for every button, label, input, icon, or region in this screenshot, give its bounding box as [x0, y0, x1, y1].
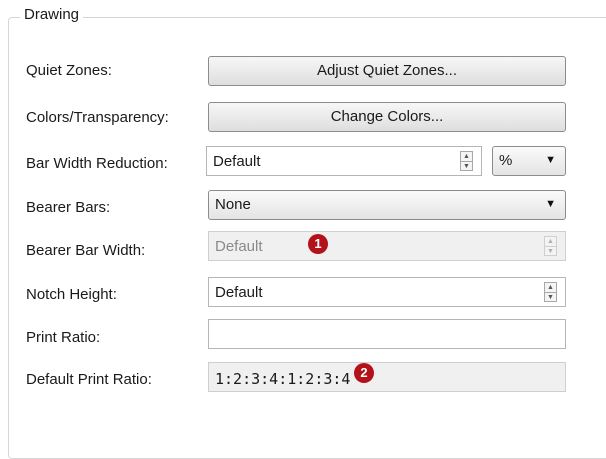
notch-height-value: Default: [215, 284, 263, 301]
change-colors-button[interactable]: Change Colors...: [208, 102, 566, 132]
adjust-quiet-zones-button[interactable]: Adjust Quiet Zones...: [208, 56, 566, 86]
bearer-bar-width-value: Default: [215, 238, 263, 255]
default-print-ratio-value: 1:2:3:4:1:2:3:4: [215, 370, 351, 388]
bearer-bar-width-label: Bearer Bar Width:: [26, 242, 146, 259]
unit-value: %: [499, 152, 513, 169]
default-print-ratio-label: Default Print Ratio:: [26, 371, 152, 388]
print-ratio-input[interactable]: [208, 319, 566, 349]
callout-badge-1: 1: [308, 234, 328, 254]
quiet-zones-label: Quiet Zones:: [26, 62, 112, 79]
print-ratio-label: Print Ratio:: [26, 329, 101, 346]
spin-down-icon[interactable]: ▼: [461, 162, 472, 171]
bar-width-reduction-value: Default: [213, 153, 261, 170]
bar-width-reduction-spinbox[interactable]: Default ▲ ▼: [206, 146, 482, 176]
spin-up-icon[interactable]: ▲: [545, 283, 556, 293]
bearer-bars-label: Bearer Bars:: [26, 199, 111, 216]
bearer-bars-value: None: [215, 196, 251, 213]
unit-dropdown[interactable]: % ▼: [492, 146, 566, 176]
spinner-buttons[interactable]: ▲ ▼: [460, 151, 473, 171]
notch-height-label: Notch Height:: [26, 286, 117, 303]
colors-transparency-label: Colors/Transparency:: [26, 109, 169, 126]
spin-down-icon[interactable]: ▼: [545, 293, 556, 302]
bearer-bars-dropdown[interactable]: None ▼: [208, 190, 566, 220]
callout-badge-2: 2: [354, 363, 374, 383]
notch-height-spinbox[interactable]: Default ▲ ▼: [208, 277, 566, 307]
spinner-buttons[interactable]: ▲ ▼: [544, 282, 557, 302]
chevron-down-icon: ▼: [545, 198, 556, 210]
group-title: Drawing: [20, 6, 84, 23]
spin-up-icon: ▲: [545, 237, 556, 247]
spinner-buttons: ▲ ▼: [544, 236, 557, 256]
bearer-bar-width-spinbox: Default ▲ ▼: [208, 231, 566, 261]
chevron-down-icon: ▼: [545, 154, 556, 166]
bar-width-reduction-label: Bar Width Reduction:: [26, 155, 168, 172]
spin-up-icon[interactable]: ▲: [461, 152, 472, 162]
spin-down-icon: ▼: [547, 248, 554, 255]
default-print-ratio-field: 1:2:3:4:1:2:3:4: [208, 362, 566, 392]
